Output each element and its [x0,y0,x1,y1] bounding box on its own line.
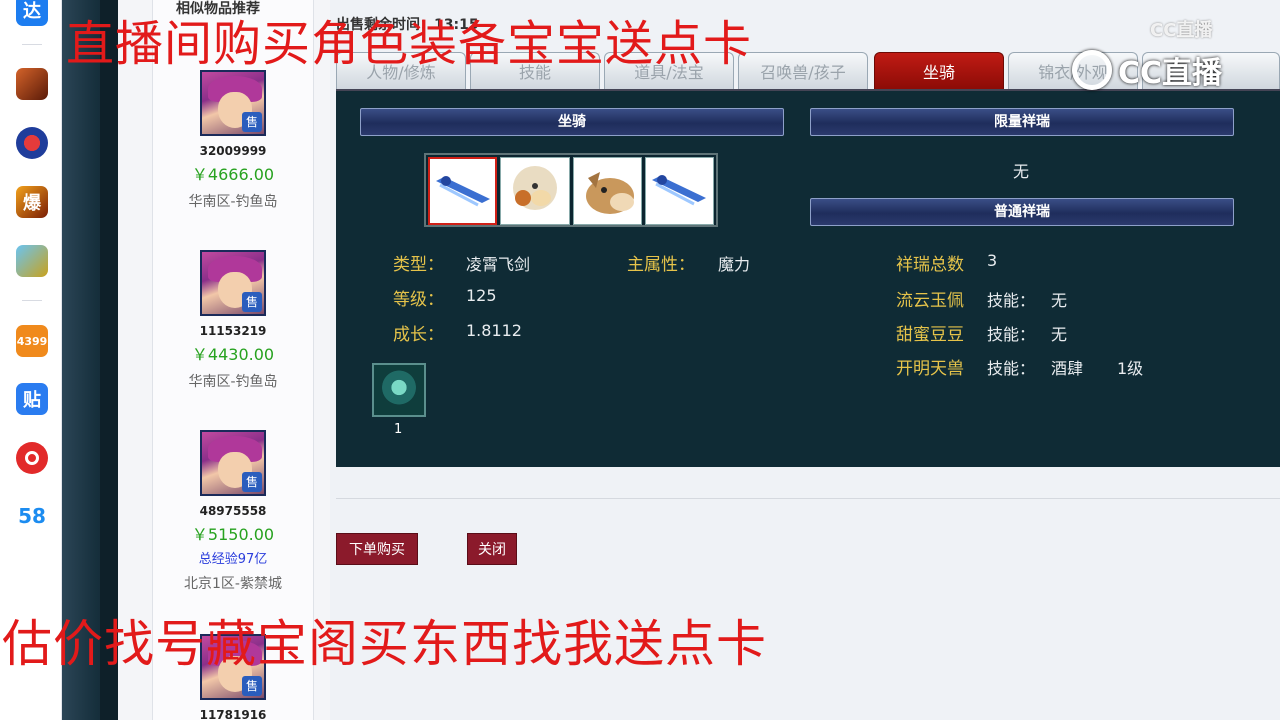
xiangrui-skill: 无 [1051,325,1068,344]
character-avatar[interactable]: 售 [200,430,266,496]
sword-mount-icon[interactable] [428,157,498,225]
xiangrui-name: 开明天兽 [896,359,964,379]
dock-divider [22,44,42,45]
type-label: 类型： [393,255,444,275]
game-explode-icon[interactable]: 爆 [16,186,48,218]
type-value: 凌霄飞剑 [466,255,531,274]
mount-skill-count: 1 [394,422,403,437]
mount-header: 坐骑 [360,108,784,136]
item-id: 48975558 [199,504,267,518]
item-price: ￥4666.00 [191,165,275,184]
dock-label: 达 [23,1,41,22]
sale-badge: 售 [242,676,262,696]
item-id: 11781916 [199,708,267,720]
buy-button[interactable]: 下单购买 [336,533,418,565]
normal-xiangrui-header: 普通祥瑞 [810,198,1234,226]
item-server: 北京1区-紫禁城 [184,576,282,592]
section-divider [336,498,1280,499]
dock-label: 爆 [23,193,41,214]
horse-mount-icon[interactable] [572,157,642,225]
cc-live-watermark: CC直播 [1150,20,1213,41]
58-icon[interactable]: 58 [16,500,48,532]
xiangrui-skill-label: 技能： [987,325,1036,344]
dock-label: 贴 [23,390,41,411]
similar-item-card[interactable]: 售 48975558 ￥5150.00 总经验97亿 北京1区-紫禁城 [152,430,314,593]
mount-skill-icon[interactable] [372,363,426,417]
xiangrui-total-label: 祥瑞总数 [896,255,964,275]
dock-divider [22,300,42,301]
mount-panel [336,89,1280,467]
xiangrui-skill: 无 [1051,291,1068,310]
netease-music-icon[interactable] [16,442,48,474]
xiangrui-skill-label: 技能： [987,359,1036,378]
limited-xiangrui-value: 无 [1013,162,1030,181]
xiangrui-total-value: 3 [987,251,998,270]
similar-item-card[interactable]: 售 32009999 ￥4666.00 华南区-钓鱼岛 [152,70,314,211]
tieba-icon[interactable]: 贴 [16,383,48,415]
tab-mounts[interactable]: 坐骑 [874,52,1004,90]
level-label: 等级： [393,290,444,310]
item-exp: 总经验97亿 [198,552,268,567]
sword-mount-graphic [436,176,490,207]
tab-summons[interactable]: 召唤兽/孩子 [738,52,868,90]
xiangrui-skill: 酒肆 [1051,359,1084,378]
dock-label: 4399 [16,334,48,348]
mount-list [424,153,718,227]
sale-badge: 售 [242,472,262,492]
sword-mount-icon[interactable] [644,157,715,225]
game-slots-icon[interactable] [16,245,48,277]
sale-badge: 售 [242,292,262,312]
item-server: 华南区-钓鱼岛 [188,194,278,210]
limited-xiangrui-header: 限量祥瑞 [810,108,1234,136]
xiangrui-level: 1级 [1117,359,1144,378]
main-attr-value: 魔力 [718,255,751,274]
cc-live-logo: CC直播 [1072,50,1223,91]
blue-app-icon[interactable]: 达 [16,0,48,26]
growth-value: 1.8112 [466,321,522,340]
stream-caption-bottom: 估价找号藏宝阁买东西找我送点卡 [2,615,767,673]
stream-caption-top: 直播间购买角色装备宝宝送点卡 [66,16,753,72]
character-avatar[interactable]: 售 [200,70,266,136]
item-price: ￥4430.00 [191,345,275,364]
cc-logo-icon [1072,50,1112,90]
dock-label: 58 [18,504,46,528]
xiangrui-name: 流云玉佩 [896,291,964,311]
cc-logo-text: CC直播 [1118,56,1223,91]
item-id: 32009999 [199,144,267,158]
game-dragon-icon[interactable] [16,68,48,100]
growth-label: 成长： [393,325,444,345]
sheep-mount-icon[interactable] [500,157,570,225]
item-price: ￥5150.00 [191,525,275,544]
game-ball-icon[interactable] [16,127,48,159]
xiangrui-skill-label: 技能： [987,291,1036,310]
horse-mount-graphic [585,172,634,214]
sheep-mount-graphic [513,166,558,210]
level-value: 125 [466,286,497,305]
item-id: 11153219 [199,324,267,338]
main-attr-label: 主属性： [627,255,695,275]
close-button[interactable]: 关闭 [467,533,517,565]
character-avatar[interactable]: 售 [200,250,266,316]
item-server: 华南区-钓鱼岛 [188,374,278,390]
music-glyph [25,451,39,465]
xiangrui-name: 甜蜜豆豆 [896,325,964,345]
similar-item-card[interactable]: 售 11153219 ￥4430.00 华南区-钓鱼岛 [152,250,314,391]
sword-mount-graphic [651,175,706,206]
sale-badge: 售 [242,112,262,132]
4399-icon[interactable]: 4399 [16,325,48,357]
